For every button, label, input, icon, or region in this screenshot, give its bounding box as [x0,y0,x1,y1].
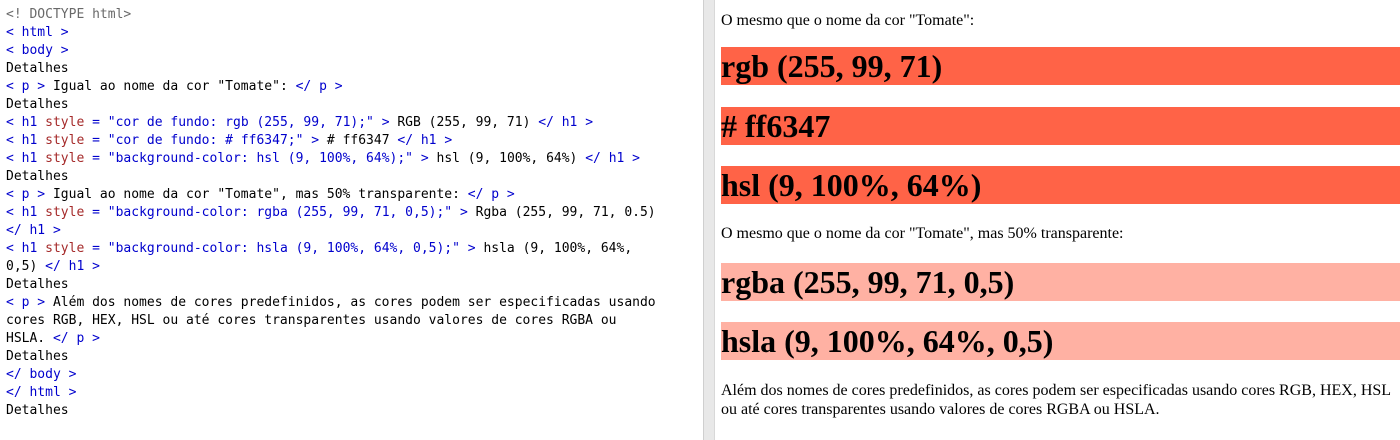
code-token: < p > [6,79,46,94]
code-token: style [45,205,85,220]
code-token: HSLA. [6,331,53,346]
code-token: style [45,133,85,148]
code-line: Detalhes [6,168,703,186]
code-token: 0,5) [6,259,46,274]
code-token: </ p > [52,331,100,346]
code-token: </ h1 > [6,223,61,238]
code-line: Detalhes [6,276,703,294]
code-token: > [452,205,468,220]
split-view: <! DOCTYPE html> < html > < body > Detalhes… [0,0,1400,440]
code-token: Igual ao nome da cor "Tomate": [45,79,296,94]
code-token: = [84,133,108,148]
code-token: = [84,241,108,256]
code-token: < p > [6,187,46,202]
code-line: HSLA. </ p > [6,330,703,348]
code-line: Detalhes [6,402,703,420]
paragraph-tomato: O mesmo que o nome da cor "Tomate": [721,12,975,29]
code-token: </ h1 > [397,133,453,148]
code-line: < h1 style = "background-color: hsla (9,… [6,240,703,258]
code-line: < h1 style = "background-color: rgba (25… [6,204,703,222]
code-line: </ body > [6,366,703,384]
code-token: Detalhes [6,61,69,76]
code-line: </ html > [6,384,703,402]
heading-hsl: hsl (9, 100%, 64%) [721,166,1400,204]
code-line: Detalhes [6,96,703,114]
code-token: </ html > [6,385,77,400]
code-token: = [84,115,108,130]
code-token: </ h1 > [45,259,100,274]
code-token: < p > [6,295,46,310]
code-token: Detalhes [6,169,69,184]
code-token: Rgba (255, 99, 71, 0.5) [467,205,656,220]
code-token: hsl (9, 100%, 64%) [428,151,586,166]
code-token: style [45,241,85,256]
code-token: > [373,115,390,130]
code-line: < p > Igual ao nome da cor "Tomate": </ … [6,78,703,96]
code-token: = [84,205,108,220]
heading-hsla: hsla (9, 100%, 64%, 0,5) [721,322,1400,360]
result-preview: O mesmo que o nome da cor "Tomate": rgb … [715,0,1400,440]
code-line: < h1 style = "background-color: hsl (9, … [6,150,703,168]
code-token: hsla (9, 100%, 64%, [475,241,633,256]
code-line: < p > Além dos nomes de cores predefinid… [6,294,703,312]
code-token: < h1 [6,115,46,130]
code-token: "background-color: rgba (255, 99, 71, 0,… [107,205,453,220]
code-line: Detalhes [6,348,703,366]
code-token: < h1 [6,151,46,166]
code-token: < h1 [6,205,46,220]
code-token: Detalhes [6,277,69,292]
code-token: Detalhes [6,97,69,112]
code-token: </ body > [6,367,77,382]
code-token: > [413,151,429,166]
code-token: RGB (255, 99, 71) [389,115,539,130]
code-token: > [459,241,476,256]
code-token: < body > [6,43,69,58]
code-token: "cor de fundo: # ff6347;" [107,133,304,148]
code-token: </ h1 > [538,115,594,130]
code-token: </ p > [467,187,515,202]
code-token: < html > [6,25,69,40]
code-line: < html > [6,24,703,42]
code-token: Detalhes [6,349,69,364]
code-token: < h1 [6,133,46,148]
code-token: < h1 [6,241,46,256]
code-line: </ h1 > [6,222,703,240]
code-line: < h1 style = "cor de fundo: rgb (255, 99… [6,114,703,132]
code-token: style [45,115,85,130]
code-token: = [84,151,108,166]
code-token: "background-color: hsl (9, 100%, 64%);" [107,151,414,166]
heading-hex: # ff6347 [721,107,1400,145]
code-line: Detalhes [6,60,703,78]
code-token: style [45,151,85,166]
code-token: Além dos nomes de cores predefinidos, as… [45,295,656,310]
heading-rgb: rgb (255, 99, 71) [721,47,1400,85]
code-token: > [303,133,320,148]
code-token: "background-color: hsla (9, 100%, 64%, 0… [107,241,460,256]
code-line: < body > [6,42,703,60]
pane-divider[interactable] [703,0,715,440]
heading-rgba: rgba (255, 99, 71, 0,5) [721,263,1400,301]
code-line: < p > Igual ao nome da cor "Tomate", mas… [6,186,703,204]
code-line: cores RGB, HEX, HSL ou até cores transpa… [6,312,703,330]
code-token: </ h1 > [585,151,641,166]
code-token: cores RGB, HEX, HSL ou até cores transpa… [6,313,617,328]
code-token: Detalhes [6,403,69,418]
code-token: <! DOCTYPE html> [6,7,132,22]
code-token: "cor de fundo: rgb (255, 99, 71);" [107,115,374,130]
code-line: <! DOCTYPE html> [6,6,703,24]
code-token: </ p > [295,79,343,94]
code-line: 0,5) </ h1 > [6,258,703,276]
code-editor[interactable]: <! DOCTYPE html> < html > < body > Detalhes… [0,0,703,440]
paragraph-color-notes: Além dos nomes de cores predefinidos, as… [721,382,1391,418]
code-line: < h1 style = "cor de fundo: # ff6347;" >… [6,132,703,150]
code-token: # ff6347 [319,133,398,148]
paragraph-tomato-transparent: O mesmo que o nome da cor "Tomate", mas … [721,225,1124,242]
code-token: Igual ao nome da cor "Tomate", mas 50% t… [45,187,468,202]
